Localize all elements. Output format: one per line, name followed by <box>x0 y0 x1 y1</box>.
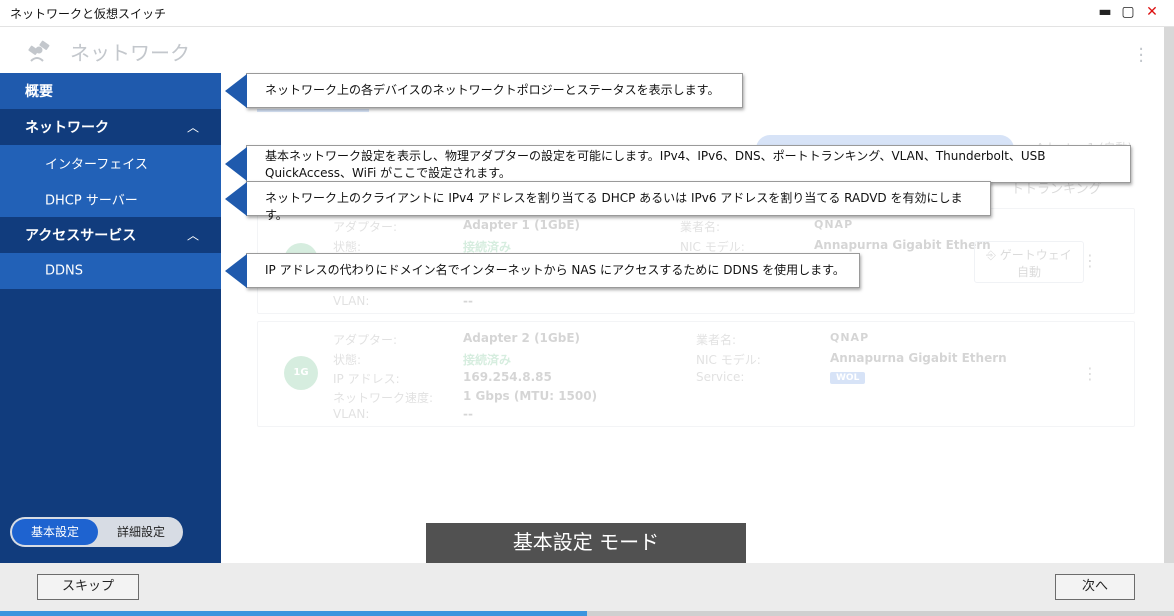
mode-advanced-option[interactable]: 詳細設定 <box>102 517 180 547</box>
tooltip-dhcp: ネットワーク上のクライアントに IPv4 アドレスを割り当てる DHCP あるい… <box>225 181 991 222</box>
card-more-icon[interactable]: ⋮ <box>1082 364 1098 383</box>
ip-value: 169.254.8.85 <box>463 370 552 384</box>
tooltip-text: IP アドレスの代わりにドメイン名でインターネットから NAS にアクセスするた… <box>265 263 845 277</box>
mode-basic-option[interactable]: 基本設定 <box>12 519 98 545</box>
window-title: ネットワークと仮想スイッチ <box>10 7 167 21</box>
nic-value: Annapurna Gigabit Ethern <box>814 238 991 252</box>
gateway-icon: ⎆ <box>986 248 996 262</box>
status-label: 状態: <box>333 353 362 367</box>
sidebar-item-overview[interactable]: 概要 <box>0 73 221 109</box>
gateway-label: ゲートウェイ <box>999 248 1072 262</box>
tooltip-overview: ネットワーク上の各デバイスのネットワークトポロジーとステータスを表示します。 <box>225 73 743 108</box>
window-right-edge <box>1164 27 1174 563</box>
background-app-nav: ガバ File Station 5 ストレージ&スナ myQNAPcloud A… <box>150 0 1050 12</box>
bg-nav-item: ガバ <box>170 0 204 12</box>
vlan-label: VLAN: <box>333 407 370 421</box>
status-value: 接続済み <box>463 353 512 367</box>
close-icon[interactable]: ✕ <box>1143 3 1161 21</box>
bg-nav-item: ストレージ&スナ <box>433 0 565 12</box>
skip-button[interactable]: スキップ <box>37 574 139 600</box>
minimize-icon[interactable]: ▬ <box>1096 3 1114 21</box>
vendor-value: QNAP <box>830 331 870 344</box>
sidebar-item-label: DDNS <box>45 263 83 279</box>
sidebar-item-label: アクセスサービス <box>25 228 137 244</box>
next-button[interactable]: 次へ <box>1055 574 1135 600</box>
gateway-sub: 自動 <box>1016 265 1041 279</box>
nic-value: Annapurna Gigabit Ethern <box>830 351 1007 365</box>
more-menu-icon[interactable]: · · · <box>1138 41 1144 71</box>
bg-nav-item: セキュリティ <box>960 0 1050 12</box>
vlan-value: -- <box>463 294 473 308</box>
sidebar-section-access[interactable]: アクセスサービス ︿ <box>0 217 221 253</box>
sidebar: 概要 ネットワーク ︿ インターフェイス DHCP サーバー アクセスサービス … <box>0 73 221 563</box>
bg-nav-item: File Station 5 <box>266 0 377 12</box>
sidebar-item-interface[interactable]: インターフェイス <box>0 145 221 181</box>
page-title: ネットワーク <box>70 41 190 65</box>
service-label: Service: <box>696 370 745 384</box>
tooltip-ddns: IP アドレスの代わりにドメイン名でインターネットから NAS にアクセスするた… <box>225 253 860 288</box>
satellite-icon <box>28 40 50 62</box>
tooltip-text: QuickAccess、WiFi がここで設定されます。 <box>265 166 511 180</box>
sidebar-item-label: DHCP サーバー <box>45 193 138 209</box>
bg-nav-item: App Center <box>800 0 896 12</box>
sidebar-item-dhcp[interactable]: DHCP サーバー <box>0 181 221 217</box>
speed-value: 1 Gbps (MTU: 1500) <box>463 389 598 403</box>
tooltip-text: 基本ネットワーク設定を表示し、物理アダプターの設定を可能にします。IPv4、IP… <box>265 149 1046 163</box>
tab-underline <box>257 109 369 112</box>
chevron-up-icon[interactable]: ︿ <box>187 227 199 244</box>
tooltip-text: ネットワーク上のクライアントに IPv4 アドレスを割り当てる DHCP あるい… <box>265 191 963 222</box>
window-titlebar: ガバ File Station 5 ストレージ&スナ myQNAPcloud A… <box>0 0 1174 27</box>
bg-nav-item: myQNAPcloud <box>610 0 731 12</box>
sidebar-item-label: インターフェイス <box>45 157 148 173</box>
progress-bar <box>0 611 1174 616</box>
ip-label: IP アドレス: <box>333 372 400 386</box>
maximize-icon[interactable]: ▢ <box>1119 3 1137 21</box>
speed-label: ネットワーク速度: <box>333 391 434 405</box>
vlan-value: -- <box>463 407 473 421</box>
sidebar-item-ddns[interactable]: DDNS <box>0 253 221 289</box>
adapter-card-2[interactable]: 1G アダプター: Adapter 2 (1GbE) 状態: 接続済み IP ア… <box>257 321 1135 427</box>
wol-badge: WOL <box>830 372 866 384</box>
gateway-button[interactable]: ⎆ ゲートウェイ 自動 <box>974 241 1084 283</box>
tooltip-interface: 基本ネットワーク設定を表示し、物理アダプターの設定を可能にします。IPv4、IP… <box>225 145 1131 183</box>
card-more-icon[interactable]: ⋮ <box>1082 251 1098 270</box>
chevron-up-icon[interactable]: ︿ <box>187 119 199 136</box>
app-header: ネットワーク · · · <box>0 27 1164 73</box>
vendor-label: 業者名: <box>696 333 737 347</box>
vlan-label: VLAN: <box>333 294 370 308</box>
progress-fill <box>0 611 587 616</box>
sidebar-item-label: 概要 <box>25 84 53 100</box>
wizard-footer: スキップ 次へ <box>0 563 1174 616</box>
adapter-badge: 1G <box>284 356 318 390</box>
tooltip-text: ネットワーク上の各デバイスのネットワークトポロジーとステータスを表示します。 <box>265 83 720 97</box>
mode-banner: 基本設定 モード <box>426 523 746 563</box>
service-value: WOL <box>830 369 866 384</box>
mode-toggle[interactable]: 基本設定 詳細設定 <box>10 517 183 547</box>
adapter-value: Adapter 2 (1GbE) <box>463 331 581 345</box>
adapter-label: アダプター: <box>333 333 398 347</box>
nic-label: NIC モデル: <box>696 353 761 367</box>
sidebar-item-label: ネットワーク <box>25 120 109 136</box>
sidebar-section-network[interactable]: ネットワーク ︿ <box>0 109 221 145</box>
